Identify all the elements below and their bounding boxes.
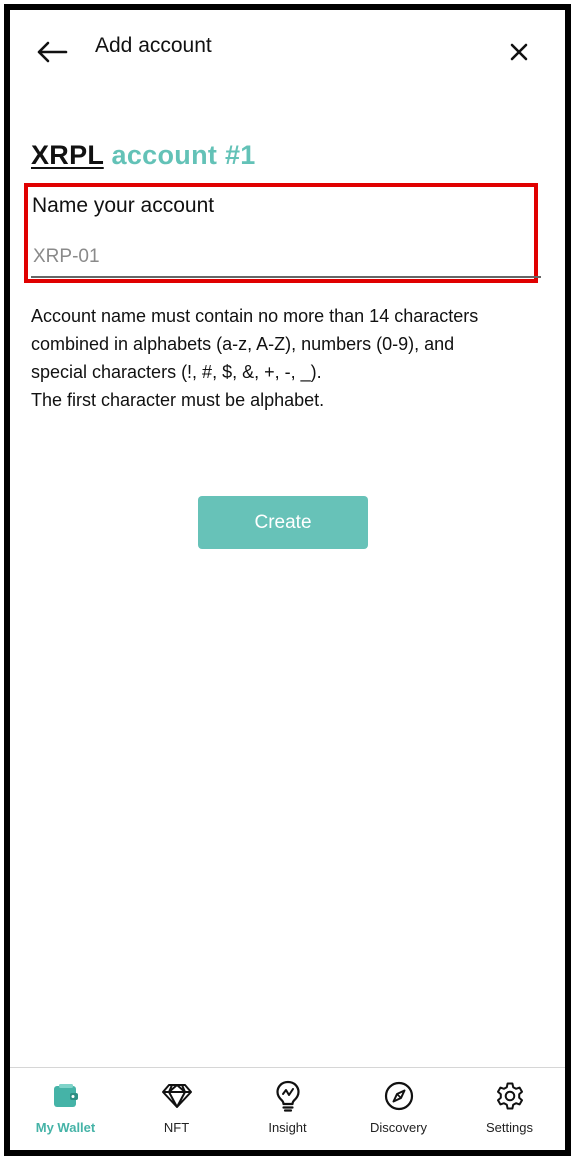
lightbulb-icon [272,1080,304,1112]
helper-line: special characters (!, #, $, &, +, -, _)… [31,362,322,382]
close-button[interactable] [499,32,539,72]
account-name-label: Name your account [32,194,215,217]
nav-label-nft: NFT [163,1120,190,1135]
network-label: XRPL [31,140,104,170]
nav-label-settings: Settings [486,1120,533,1135]
nav-label-discovery: Discovery [369,1120,428,1135]
page-title: Add account [95,34,212,57]
nav-item-my-wallet[interactable]: My Wallet [10,1068,121,1150]
helper-line: combined in alphabets (a-z, A-Z), number… [31,334,455,354]
compass-icon [383,1080,415,1112]
account-heading: XRPL account #1 [31,140,256,171]
wallet-icon [50,1080,82,1112]
arrow-left-icon [37,41,68,63]
diamond-icon [161,1080,193,1112]
nav-item-nft[interactable]: NFT [121,1068,232,1150]
nav-item-discovery[interactable]: Discovery [343,1068,454,1150]
account-number-label: account #1 [111,140,256,170]
back-button[interactable] [32,32,72,72]
nav-label-insight: Insight [268,1120,307,1135]
helper-text: Account name must contain no more than 1… [31,302,541,414]
create-button[interactable]: Create [198,496,368,549]
helper-line: The first character must be alphabet. [31,390,325,410]
nav-item-settings[interactable]: Settings [454,1068,565,1150]
add-account-screen: Add account XRPL account #1 Name your ac… [10,10,565,1150]
nav-item-insight[interactable]: Insight [232,1068,343,1150]
bottom-nav: My Wallet NFT Insight Discovery Settings [10,1067,565,1150]
close-icon [510,43,528,61]
helper-line: Account name must contain no more than 1… [31,306,479,326]
account-name-input[interactable] [31,238,541,278]
gear-icon [494,1080,526,1112]
app-header: Add account [10,10,565,90]
nav-label-my-wallet: My Wallet [35,1120,96,1135]
phone-frame: Add account XRPL account #1 Name your ac… [4,4,571,1156]
